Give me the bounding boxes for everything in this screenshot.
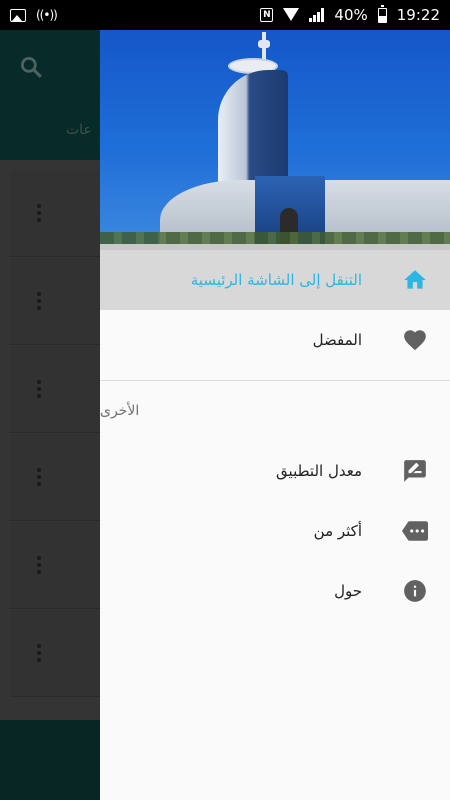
more-label-icon — [402, 518, 428, 544]
menu-item-favorites[interactable]: المفضل — [100, 310, 450, 370]
status-bar: ((•)) N 40% 19:22 — [0, 0, 450, 30]
menu-item-more[interactable]: أكثر من — [100, 501, 450, 561]
rate-edit-icon — [402, 458, 428, 484]
wifi-icon — [283, 8, 300, 22]
clock: 19:22 — [396, 6, 440, 24]
battery-percent: 40% — [334, 6, 368, 24]
menu-item-label: التنقل إلى الشاشة الرئيسية — [190, 271, 362, 289]
menu-item-label: معدل التطبيق — [276, 462, 362, 480]
info-icon — [402, 578, 428, 604]
section-title-other: الأخرى — [100, 403, 140, 419]
home-icon — [402, 267, 428, 293]
menu-item-rate-app[interactable]: معدل التطبيق — [100, 441, 450, 501]
signal-icon — [309, 8, 325, 22]
menu-item-label: حول — [334, 582, 362, 600]
drawer-menu: التنقل إلى الشاشة الرئيسية المفضل — [100, 250, 450, 370]
image-icon — [10, 8, 26, 22]
menu-item-home[interactable]: التنقل إلى الشاشة الرئيسية — [100, 250, 450, 310]
menu-item-label: المفضل — [312, 331, 362, 349]
heart-icon — [402, 327, 428, 353]
battery-icon — [377, 4, 387, 23]
nfc-icon: N — [260, 8, 274, 22]
menu-item-label: أكثر من — [313, 522, 362, 540]
drawer-header-image — [100, 30, 450, 250]
radio-icon: ((•)) — [36, 8, 58, 22]
menu-item-about[interactable]: حول — [100, 561, 450, 621]
drawer-other-menu: معدل التطبيق أكثر من حول — [100, 441, 450, 621]
navigation-drawer: التنقل إلى الشاشة الرئيسية المفضل الأخرى… — [100, 30, 450, 800]
